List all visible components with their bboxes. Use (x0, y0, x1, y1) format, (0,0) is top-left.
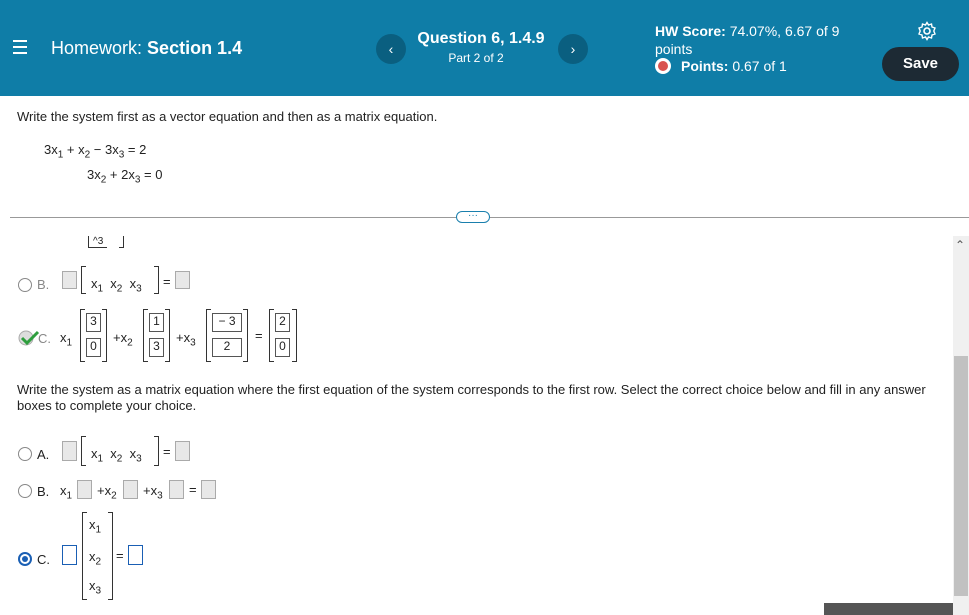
part2-option-b-label: B. (37, 484, 50, 499)
equation-2: 3x2 + 2x3 = 0 (87, 167, 163, 186)
equals-sign: = (163, 444, 171, 459)
part2-a-vector: x1 x2 x3 (91, 446, 142, 465)
part2-a-matrix-box[interactable] (62, 441, 77, 461)
bracket (154, 266, 159, 294)
bracket (154, 436, 159, 466)
part2-option-a-radio[interactable] (18, 447, 32, 461)
v3-entry-2: 2 (212, 338, 242, 357)
section-name: Section 1.4 (147, 38, 243, 58)
bracket (102, 309, 107, 362)
x2-entry: x2 (89, 549, 102, 568)
v2-entry-2: 3 (149, 338, 164, 357)
part2-b-coef-1[interactable] (77, 480, 92, 499)
part1-b-vector: x1 x2 x3 (91, 276, 142, 295)
previous-question-button[interactable]: ‹ (376, 34, 406, 64)
points-value: 0.67 of 1 (732, 58, 787, 74)
partial-credit-icon (655, 58, 671, 74)
scrollbar-thumb[interactable] (954, 356, 968, 596)
section-prefix: Homework: (51, 38, 143, 58)
x1-label: x1 (60, 330, 73, 349)
x3-entry: x3 (89, 578, 102, 597)
hw-score-value: 74.07%, 6.67 of 9 (729, 23, 840, 39)
part2-c-rhs-box[interactable] (128, 545, 143, 565)
bracket (165, 309, 170, 362)
x2-label: +x2 (113, 330, 133, 349)
bottom-toolbar (824, 603, 953, 615)
part1-b-matrix-box (62, 271, 77, 289)
points-label: Points: (681, 58, 729, 74)
part2-b-coef-2[interactable] (123, 480, 138, 499)
save-button[interactable]: Save (882, 47, 959, 81)
equals-sign: = (163, 274, 171, 289)
part2-option-c-label: C. (37, 552, 50, 567)
x1-label: x1 (60, 483, 73, 502)
part2-option-a-label: A. (37, 447, 50, 462)
bracket (243, 309, 248, 362)
top-bar: Homework: Section 1.4 ‹ Question 6, 1.4.… (0, 0, 969, 96)
settings-gear-icon[interactable] (917, 21, 937, 41)
homework-title: Homework: Section 1.4 (51, 38, 242, 59)
equals-sign: = (255, 328, 263, 343)
bracket (81, 266, 86, 294)
problem-instruction: Write the system first as a vector equat… (17, 109, 438, 124)
points: Points: 0.67 of 1 (655, 58, 787, 74)
hw-score: HW Score: 74.07%, 6.67 of 9 points (655, 22, 865, 58)
part2-b-rhs[interactable] (201, 480, 216, 499)
bracket (81, 436, 86, 466)
expand-more-button[interactable]: ··· (456, 211, 490, 223)
question-part: Part 2 of 2 (448, 51, 504, 65)
equation-1: 3x1 + x2 − 3x3 = 2 (44, 142, 147, 161)
v1-entry-2: 0 (86, 338, 101, 357)
v3-entry-1: − 3 (212, 313, 242, 332)
rhs-entry-2: 0 (275, 338, 290, 357)
v1-entry-1: 3 (86, 313, 101, 332)
equals-sign: = (189, 482, 197, 497)
part2-a-rhs-box[interactable] (175, 441, 190, 461)
part2-option-b-radio[interactable] (18, 484, 32, 498)
part2-instruction: Write the system as a matrix equation wh… (17, 382, 926, 413)
bracket (143, 309, 148, 362)
x2-label: +x2 (97, 483, 117, 502)
scroll-up-icon[interactable]: ⌃ (955, 238, 965, 252)
equals-sign: = (116, 548, 124, 563)
part1-option-b-radio[interactable] (18, 278, 32, 292)
bracket (80, 309, 85, 362)
x3-label: +x3 (176, 330, 196, 349)
partial-matrix-top: ^3 (88, 236, 125, 248)
bracket (292, 309, 297, 362)
part1-b-rhs-box (175, 271, 190, 289)
bracket (108, 512, 113, 600)
bracket (82, 512, 87, 600)
menu-icon[interactable] (13, 40, 27, 54)
hw-score-label: HW Score: (655, 23, 726, 39)
v2-entry-1: 1 (149, 313, 164, 332)
bracket (269, 309, 274, 362)
question-title: Question 6, 1.4.9 (417, 30, 545, 47)
x3-label: +x3 (143, 483, 163, 502)
next-question-button[interactable]: › (558, 34, 588, 64)
x1-entry: x1 (89, 517, 102, 536)
rhs-entry-1: 2 (275, 313, 290, 332)
part1-option-c-label: C. (38, 331, 51, 346)
part2-c-matrix-box[interactable] (62, 545, 77, 565)
hw-score-unit: points (655, 41, 693, 57)
part1-option-b-label: B. (37, 277, 50, 292)
part2-b-coef-3[interactable] (169, 480, 184, 499)
part2-option-c-radio[interactable] (18, 552, 32, 566)
bracket (206, 309, 211, 362)
